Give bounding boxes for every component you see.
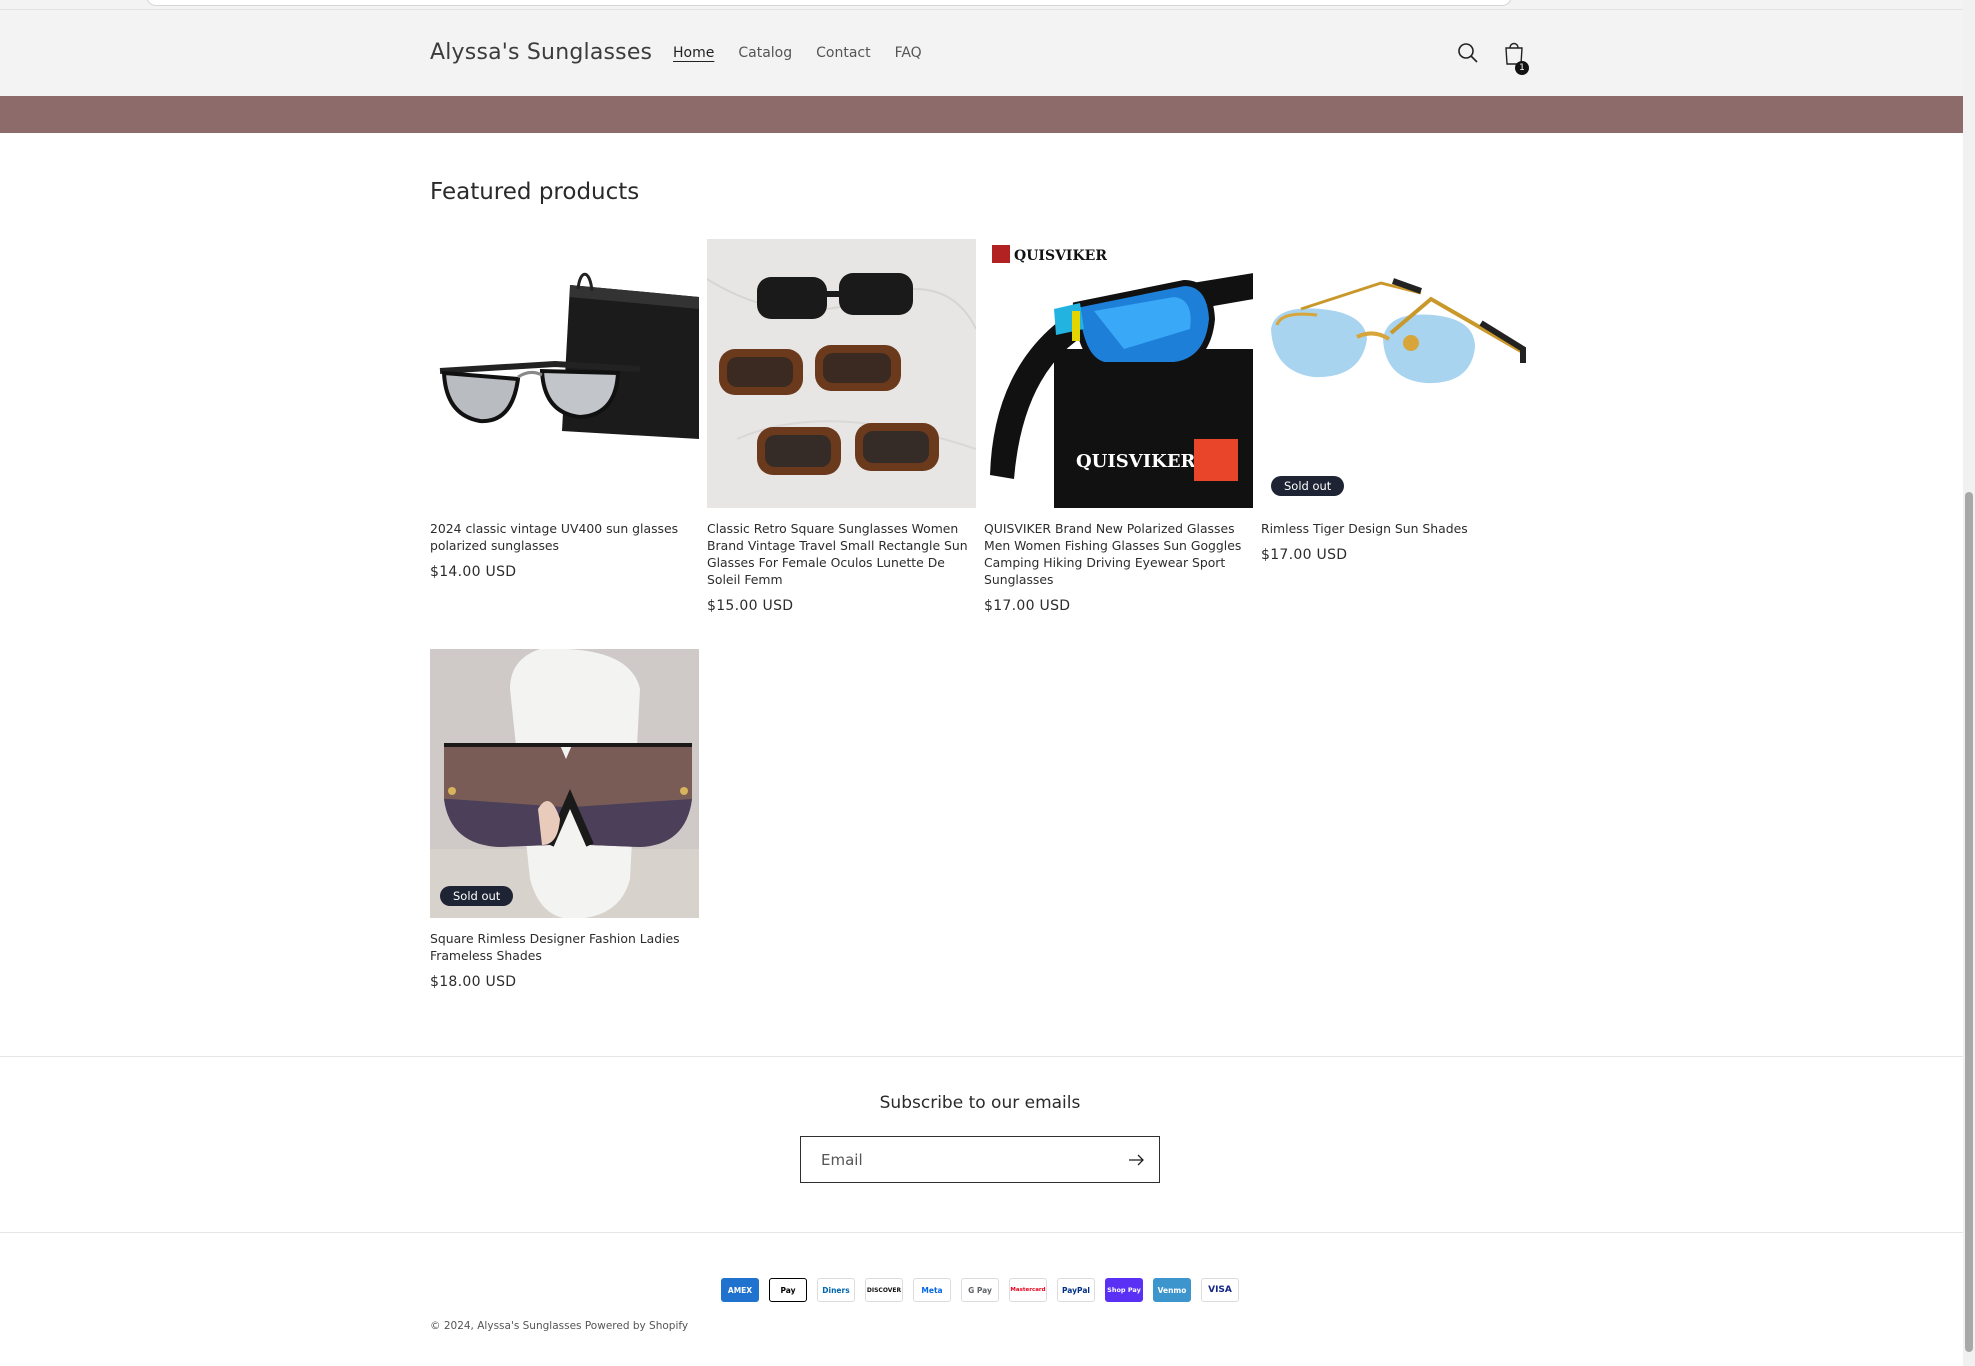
visa-icon: VISA — [1201, 1278, 1239, 1302]
site-header: Alyssa's Sunglasses Home Catalog Contact… — [0, 10, 1963, 96]
sunglasses-image — [430, 239, 699, 508]
paypal-icon: PayPal — [1057, 1278, 1095, 1302]
apple-pay-icon: Pay — [769, 1278, 807, 1302]
store-logo[interactable]: Alyssa's Sunglasses — [430, 40, 652, 65]
featured-products-heading: Featured products — [430, 179, 640, 205]
diners-club-icon: Diners — [817, 1278, 855, 1302]
product-image[interactable] — [430, 239, 699, 508]
discover-icon: DISCOVER — [865, 1278, 903, 1302]
product-title[interactable]: Square Rimless Designer Fashion Ladies F… — [430, 930, 699, 964]
payment-icons: AMEX Pay Diners DISCOVER Meta G Pay Mast… — [721, 1278, 1239, 1302]
scrollbar-thumb[interactable] — [1965, 492, 1973, 1352]
top-search-bar[interactable] — [146, 0, 1512, 6]
product-image[interactable] — [707, 239, 976, 508]
shop-pay-icon: Shop Pay — [1105, 1278, 1143, 1302]
amex-icon: AMEX — [721, 1278, 759, 1302]
product-card[interactable]: Sold out Rimless Tiger Design Sun Shades… — [1261, 239, 1530, 563]
sunglasses-image — [1261, 239, 1530, 508]
product-title[interactable]: Rimless Tiger Design Sun Shades — [1261, 520, 1530, 537]
brand-wordmark: QUISVIKER — [1014, 248, 1107, 264]
product-title[interactable]: 2024 classic vintage UV400 sun glasses p… — [430, 520, 699, 554]
sunglasses-image — [430, 649, 699, 918]
product-price: $15.00 USD — [707, 598, 794, 614]
mastercard-icon: Mastercard — [1009, 1278, 1047, 1302]
svg-text:QUISVIKER: QUISVIKER — [1076, 451, 1197, 472]
cart-count-badge: 1 — [1515, 61, 1529, 75]
newsletter-heading: Subscribe to our emails — [879, 1093, 1081, 1113]
arrow-right-icon[interactable] — [1125, 1149, 1147, 1171]
product-image[interactable]: QUISVIKER QUISVIKER — [984, 239, 1253, 508]
announcement-banner — [0, 96, 1963, 133]
product-price: $18.00 USD — [430, 974, 517, 990]
footer-divider — [0, 1232, 1963, 1233]
product-price: $17.00 USD — [1261, 547, 1348, 563]
nav-faq[interactable]: FAQ — [895, 45, 922, 61]
search-icon[interactable] — [1455, 40, 1481, 66]
product-price: $17.00 USD — [984, 598, 1071, 614]
email-input[interactable] — [801, 1137, 1111, 1182]
newsletter-form — [800, 1136, 1160, 1183]
product-card[interactable]: Classic Retro Square Sunglasses Women Br… — [707, 239, 976, 614]
meta-pay-icon: Meta — [913, 1278, 951, 1302]
product-image[interactable]: Sold out — [430, 649, 699, 918]
sunglasses-image — [707, 239, 976, 508]
nav-catalog[interactable]: Catalog — [738, 45, 792, 61]
main-nav: Home Catalog Contact FAQ — [673, 45, 922, 61]
store-link[interactable]: Alyssa's Sunglasses — [477, 1320, 581, 1332]
page-scrollbar[interactable] — [1963, 0, 1975, 1366]
section-divider — [0, 1056, 1963, 1057]
copyright-prefix: © 2024, — [430, 1320, 474, 1332]
product-card[interactable]: Sold out Square Rimless Designer Fashion… — [430, 649, 699, 990]
google-pay-icon: G Pay — [961, 1278, 999, 1302]
nav-home[interactable]: Home — [673, 45, 714, 61]
product-image[interactable]: Sold out — [1261, 239, 1530, 508]
powered-by[interactable]: Powered by Shopify — [585, 1320, 688, 1332]
product-price: $14.00 USD — [430, 564, 517, 580]
copyright: © 2024, Alyssa's Sunglasses Powered by S… — [430, 1320, 688, 1332]
product-card[interactable]: QUISVIKER QUISVIKER QUISVIKER Brand New … — [984, 239, 1253, 614]
venmo-icon: Venmo — [1153, 1278, 1191, 1302]
product-title[interactable]: Classic Retro Square Sunglasses Women Br… — [707, 520, 976, 588]
sold-out-badge: Sold out — [440, 886, 514, 906]
product-card[interactable]: 2024 classic vintage UV400 sun glasses p… — [430, 239, 699, 580]
sunglasses-image: QUISVIKER QUISVIKER — [984, 239, 1253, 508]
product-title[interactable]: QUISVIKER Brand New Polarized Glasses Me… — [984, 520, 1253, 588]
browser-top-strip — [0, 0, 1963, 10]
sold-out-badge: Sold out — [1271, 476, 1345, 496]
nav-contact[interactable]: Contact — [816, 45, 870, 61]
